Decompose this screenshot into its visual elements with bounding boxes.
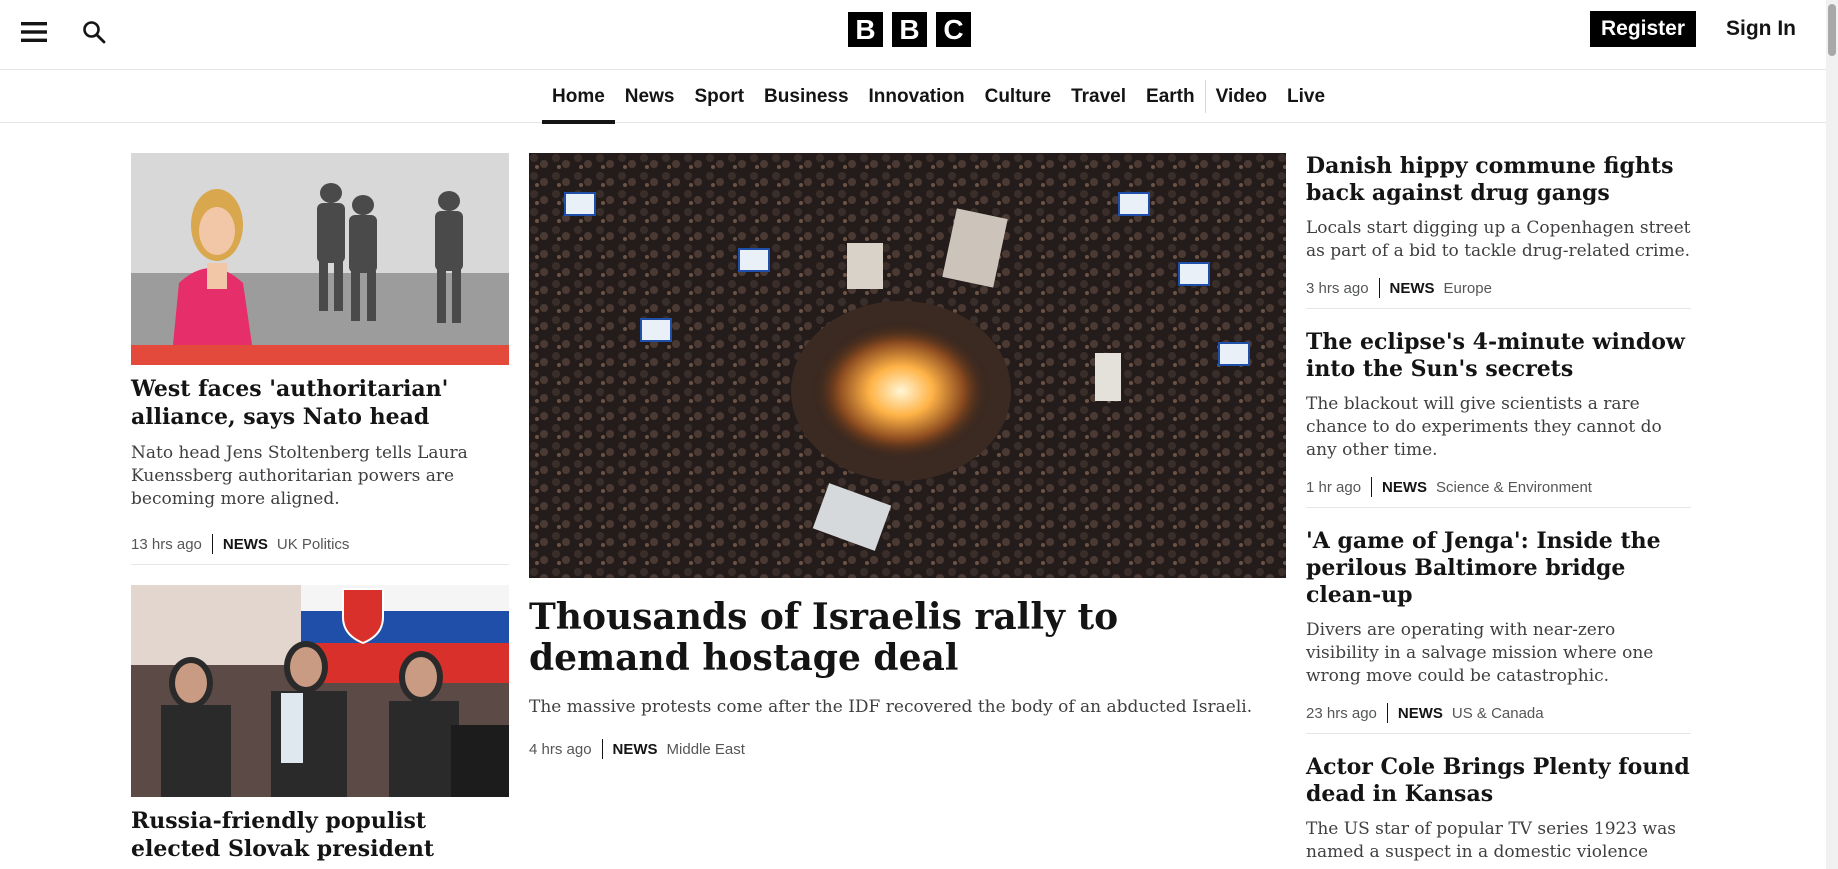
right-column: Danish hippy commune fights back against… <box>1306 153 1691 864</box>
register-button[interactable]: Register <box>1590 11 1696 47</box>
story-timestamp: 1 hr ago <box>1306 478 1362 496</box>
logo-letter: B <box>892 12 927 47</box>
news-brand-label: NEWS <box>612 740 658 758</box>
nav-item-innovation[interactable]: Innovation <box>859 70 975 123</box>
story-summary: The blackout will give scientists a rare… <box>1306 394 1662 460</box>
top-story-column: Thousands of Israelis rally to demand ho… <box>529 153 1286 759</box>
story-headline[interactable]: West faces 'authoritarian' alliance, say… <box>131 375 509 431</box>
nav-item-culture[interactable]: Culture <box>975 70 1062 123</box>
nav-item-home[interactable]: Home <box>542 70 615 124</box>
top-story-headline[interactable]: Thousands of Israelis rally to demand ho… <box>529 597 1286 679</box>
story-headline[interactable]: Actor Cole Brings Plenty found dead in K… <box>1306 754 1691 808</box>
news-brand-label: NEWS <box>1397 704 1443 722</box>
story-divider <box>1306 507 1691 508</box>
story-section-link[interactable]: Europe <box>1444 280 1492 297</box>
story-summary: Divers are operating with near-zero visi… <box>1306 620 1654 686</box>
scrollbar-thumb[interactable] <box>1828 4 1836 56</box>
nav-item-news[interactable]: News <box>615 70 685 123</box>
story-image-slovak[interactable] <box>131 585 509 797</box>
search-icon[interactable] <box>76 14 112 50</box>
news-brand-label: NEWS <box>222 535 268 553</box>
nav-item-earth[interactable]: Earth <box>1136 70 1205 123</box>
story-divider <box>1306 308 1691 309</box>
nav-item-video[interactable]: Video <box>1206 70 1277 123</box>
story-headline[interactable]: The eclipse's 4-minute window into the S… <box>1306 329 1691 383</box>
story-divider <box>131 564 509 565</box>
story-summary: Locals start digging up a Copenhagen str… <box>1306 218 1691 261</box>
story-summary: Nato head Jens Stoltenberg tells Laura K… <box>131 443 468 509</box>
left-column: West faces 'authoritarian' alliance, say… <box>131 153 509 863</box>
story-timestamp: 4 hrs ago <box>529 740 592 758</box>
sign-in-button[interactable]: Sign In <box>1716 11 1806 47</box>
nav-item-travel[interactable]: Travel <box>1061 70 1136 123</box>
story-headline[interactable]: 'A game of Jenga': Inside the perilous B… <box>1306 528 1691 609</box>
logo-letter: C <box>936 12 971 47</box>
meta-divider <box>1371 477 1373 497</box>
story-card: Actor Cole Brings Plenty found dead in K… <box>1306 754 1691 864</box>
story-divider <box>1306 733 1691 734</box>
story-image-nato[interactable] <box>131 153 509 365</box>
story-timestamp: 23 hrs ago <box>1306 704 1377 722</box>
nav-item-sport[interactable]: Sport <box>684 70 754 123</box>
news-brand-label: NEWS <box>1382 478 1428 496</box>
story-section-link[interactable]: Science & Environment <box>1436 479 1592 496</box>
meta-divider <box>601 739 603 759</box>
story-card: Danish hippy commune fights back against… <box>1306 153 1691 309</box>
story-section-link[interactable]: UK Politics <box>277 536 350 553</box>
story-meta: 13 hrs ago NEWS UK Politics <box>131 534 509 554</box>
story-timestamp: 3 hrs ago <box>1306 279 1369 297</box>
story-card: 'A game of Jenga': Inside the perilous B… <box>1306 528 1691 734</box>
bbc-logo[interactable]: B B C <box>848 12 971 47</box>
nav-item-live[interactable]: Live <box>1277 70 1335 123</box>
story-section-link[interactable]: US & Canada <box>1452 705 1544 722</box>
story-summary: The US star of popular TV series 1923 wa… <box>1306 819 1676 862</box>
story-meta: 23 hrs ago NEWS US & Canada <box>1306 703 1691 723</box>
top-story-image[interactable] <box>529 153 1286 578</box>
news-brand-label: NEWS <box>1389 279 1435 297</box>
main-navigation: Home News Sport Business Innovation Cult… <box>0 70 1826 124</box>
menu-icon[interactable] <box>16 14 52 50</box>
top-header: B B C Register Sign In <box>0 0 1826 70</box>
page-scrollbar[interactable] <box>1826 0 1838 869</box>
story-card: The eclipse's 4-minute window into the S… <box>1306 329 1691 508</box>
story-headline[interactable]: Russia-friendly populist elected Slovak … <box>131 807 509 863</box>
story-section-link[interactable]: Middle East <box>667 741 745 758</box>
story-timestamp: 13 hrs ago <box>131 535 202 553</box>
story-meta: 1 hr ago NEWS Science & Environment <box>1306 477 1691 497</box>
logo-letter: B <box>848 12 883 47</box>
top-story-summary: The massive protests come after the IDF … <box>529 697 1253 717</box>
top-story-meta: 4 hrs ago NEWS Middle East <box>529 739 1286 759</box>
meta-divider <box>1378 278 1380 298</box>
meta-divider <box>211 534 213 554</box>
story-meta: 3 hrs ago NEWS Europe <box>1306 278 1691 298</box>
nav-list: Home News Sport Business Innovation Cult… <box>542 70 1335 124</box>
story-headline[interactable]: Danish hippy commune fights back against… <box>1306 153 1691 207</box>
nav-item-business[interactable]: Business <box>754 70 858 123</box>
meta-divider <box>1386 703 1388 723</box>
